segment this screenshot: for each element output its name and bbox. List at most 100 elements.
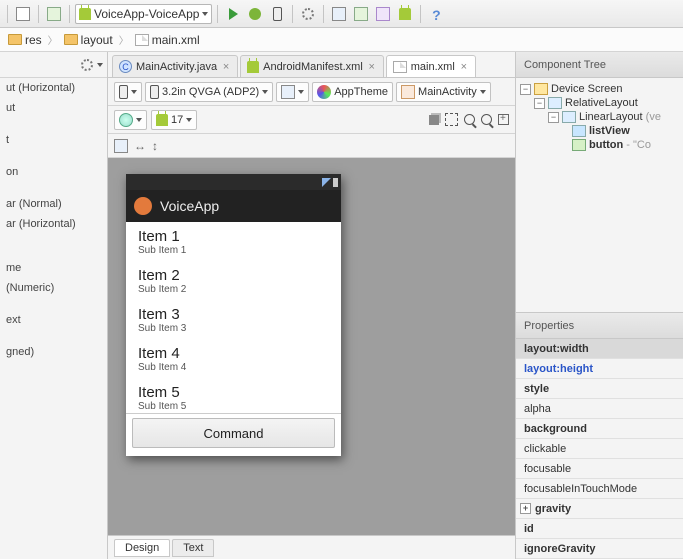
avd-manager-button[interactable]	[298, 4, 318, 24]
locale-dropdown[interactable]	[114, 110, 147, 130]
tab-mainactivity[interactable]: C MainActivity.java ×	[112, 55, 238, 77]
property-row[interactable]: ignoreGravity	[516, 539, 683, 559]
api-dropdown[interactable]: 17	[151, 110, 197, 130]
device-preview: VoiceApp Item 1Sub Item 1 Item 2Sub Item…	[126, 174, 341, 456]
expand-icon[interactable]: +	[520, 503, 531, 514]
collapse-icon[interactable]: −	[534, 98, 545, 109]
tab-manifest[interactable]: AndroidManifest.xml ×	[240, 55, 384, 77]
close-icon[interactable]: ×	[221, 62, 231, 72]
property-row[interactable]: style	[516, 379, 683, 399]
tab-design[interactable]: Design	[114, 539, 170, 557]
component-tree[interactable]: − Device Screen − RelativeLayout − Linea…	[516, 78, 683, 312]
property-row[interactable]: clickable	[516, 439, 683, 459]
activity-dropdown[interactable]: MainActivity	[396, 82, 491, 102]
close-icon[interactable]: ×	[367, 62, 377, 72]
viewport-icon[interactable]	[445, 113, 458, 126]
property-row[interactable]: layout:width	[516, 339, 683, 359]
breadcrumb-item[interactable]: res	[4, 31, 46, 49]
chevron-right-icon: 〉	[48, 32, 58, 47]
palette-item[interactable]: (Numeric)	[0, 278, 107, 298]
palette-item[interactable]: ext	[0, 310, 107, 330]
tab-main-xml[interactable]: main.xml ×	[386, 55, 476, 77]
android-icon	[79, 8, 91, 20]
tree-label[interactable]: button - "Co	[589, 139, 651, 151]
listview-icon	[572, 125, 586, 137]
tab-label: AndroidManifest.xml	[263, 61, 363, 73]
list-item[interactable]: Item 1Sub Item 1	[126, 222, 341, 261]
java-file-icon: C	[119, 60, 132, 73]
palette-item[interactable]: ut	[0, 98, 107, 118]
palette-item[interactable]: ar (Normal)	[0, 194, 107, 214]
theme-icon	[317, 85, 331, 99]
palette-item[interactable]: me	[0, 258, 107, 278]
device-dropdown[interactable]: 3.2in QVGA (ADP2)	[145, 82, 273, 102]
list-item[interactable]: Item 2Sub Item 2	[126, 261, 341, 300]
separator	[69, 5, 70, 23]
battery-icon	[333, 178, 338, 187]
property-row[interactable]: layout:height	[516, 359, 683, 379]
tree-label[interactable]: LinearLayout (ve	[579, 111, 661, 123]
tree-label[interactable]: Device Screen	[551, 83, 623, 95]
run-config-dropdown[interactable]: VoiceApp-VoiceApp	[75, 4, 212, 24]
theme-dropdown[interactable]: AppTheme	[312, 82, 393, 102]
tab-label: main.xml	[411, 61, 455, 73]
close-icon[interactable]: ×	[459, 62, 469, 72]
palette-item[interactable]: ut (Horizontal)	[0, 78, 107, 98]
arrows-icon[interactable]: ↕	[152, 139, 158, 153]
run-button[interactable]	[223, 4, 243, 24]
property-row[interactable]: alpha	[516, 399, 683, 419]
tree-label[interactable]: listView	[589, 125, 630, 137]
property-row[interactable]: +gravity	[516, 499, 683, 519]
help-button[interactable]: ?	[426, 4, 446, 24]
list-view[interactable]: Item 1Sub Item 1 Item 2Sub Item 2 Item 3…	[126, 222, 341, 413]
debug-button[interactable]	[245, 4, 265, 24]
xml-file-icon	[393, 61, 407, 73]
tab-text[interactable]: Text	[172, 539, 214, 557]
design-canvas[interactable]: VoiceApp Item 1Sub Item 1 Item 2Sub Item…	[108, 158, 515, 535]
palette-item[interactable]: ar (Horizontal)	[0, 214, 107, 234]
layers-icon[interactable]	[429, 115, 439, 125]
zoom-out-icon[interactable]	[481, 114, 492, 125]
property-row[interactable]: id	[516, 519, 683, 539]
breadcrumb-item[interactable]: main.xml	[131, 31, 204, 49]
config-dropdown[interactable]	[276, 82, 309, 102]
properties-panel: Properties layout:width layout:height st…	[516, 312, 683, 559]
button-icon	[572, 139, 586, 151]
property-row[interactable]: background	[516, 419, 683, 439]
palette-item[interactable]: on	[0, 162, 107, 182]
properties-title: Properties	[516, 313, 683, 339]
save-icon[interactable]	[13, 4, 33, 24]
separator	[217, 5, 218, 23]
attach-debugger-button[interactable]	[267, 4, 287, 24]
list-item[interactable]: Item 5Sub Item 5	[126, 378, 341, 413]
collapse-icon[interactable]: −	[520, 84, 531, 95]
tool-button-1[interactable]	[329, 4, 349, 24]
tool-button-2[interactable]	[351, 4, 371, 24]
status-bar	[126, 174, 341, 190]
designer-toolbar-3: ↔ ↕	[108, 134, 515, 158]
activity-label: MainActivity	[418, 86, 477, 98]
arrows-icon[interactable]: ↔	[134, 139, 146, 153]
command-button[interactable]: Command	[132, 418, 335, 448]
property-row[interactable]: focusable	[516, 459, 683, 479]
list-item[interactable]: Item 4Sub Item 4	[126, 339, 341, 378]
phone-icon	[119, 85, 128, 99]
list-item[interactable]: Item 3Sub Item 3	[126, 300, 341, 339]
tool-button-3[interactable]	[373, 4, 393, 24]
collapse-icon[interactable]: −	[548, 112, 559, 123]
palette-item[interactable]: gned)	[0, 342, 107, 362]
app-icon	[134, 197, 152, 215]
sdk-manager-button[interactable]	[395, 4, 415, 24]
tree-label[interactable]: RelativeLayout	[565, 97, 638, 109]
palette-item[interactable]: t	[0, 130, 107, 150]
orientation-dropdown[interactable]	[114, 82, 142, 102]
breadcrumb-item[interactable]: layout	[60, 31, 117, 49]
toggle-icon[interactable]	[114, 139, 128, 153]
gear-icon	[302, 8, 314, 20]
zoom-fit-icon[interactable]	[498, 114, 509, 125]
gear-icon[interactable]	[81, 59, 93, 71]
property-row[interactable]: focusableInTouchMode	[516, 479, 683, 499]
sync-icon[interactable]	[44, 4, 64, 24]
zoom-in-icon[interactable]	[464, 114, 475, 125]
main-toolbar: VoiceApp-VoiceApp ?	[0, 0, 683, 28]
